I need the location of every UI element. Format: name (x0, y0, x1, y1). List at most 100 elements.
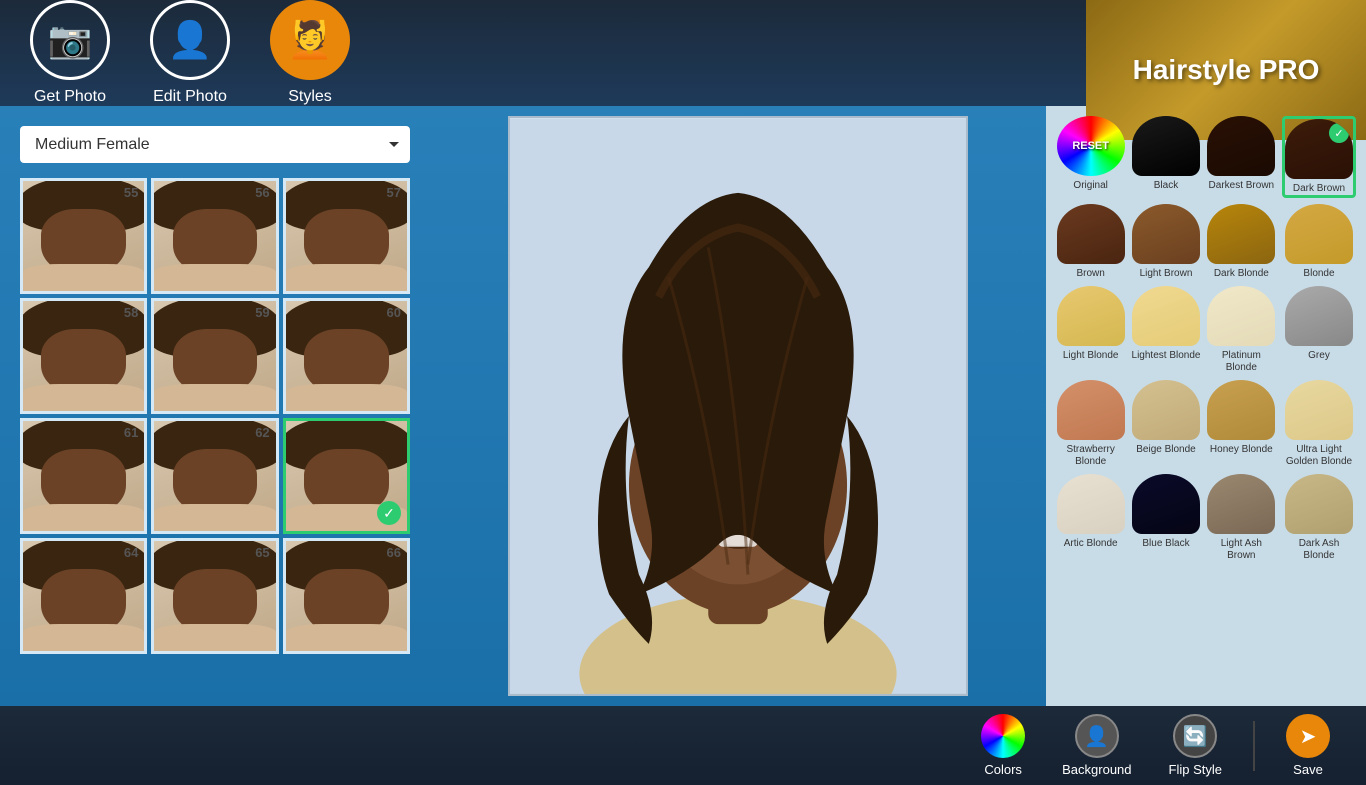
color-reset[interactable]: RESET Original (1056, 116, 1125, 198)
style-item-61[interactable]: 61 (20, 418, 147, 534)
style-number-65: 65 (255, 545, 269, 560)
colors-button[interactable]: Colors (965, 706, 1041, 785)
style-item-55[interactable]: 55 (20, 178, 147, 294)
bottom-toolbar: Colors 👤 Background 🔄 Flip Style ➤ Save (0, 706, 1366, 785)
color-beige-blonde[interactable]: Beige Blonde (1131, 380, 1200, 468)
styles-grid: 55 56 (20, 178, 410, 654)
color-artic-blonde[interactable]: Artic Blonde (1056, 474, 1125, 562)
color-dark-ash-blonde[interactable]: Dark Ash Blonde (1282, 474, 1356, 562)
style-number-55: 55 (124, 185, 138, 200)
style-category-dropdown-container: Medium Female Short Female Long Female S… (20, 126, 410, 163)
dark-blonde-swatch (1207, 204, 1275, 264)
colors-grid: RESET Original Black Darkest Brown ✓ Dar… (1056, 116, 1356, 562)
color-light-brown[interactable]: Light Brown (1131, 204, 1200, 280)
honey-blonde-swatch (1207, 380, 1275, 440)
flip-icon: 🔄 (1173, 714, 1217, 758)
dark-brown-swatch: ✓ (1285, 119, 1353, 179)
colors-panel: RESET Original Black Darkest Brown ✓ Dar… (1046, 106, 1366, 706)
color-ultra-light-golden-blonde[interactable]: Ultra Light Golden Blonde (1282, 380, 1356, 468)
color-grey[interactable]: Grey (1282, 286, 1356, 374)
person-icon: 👤 (150, 0, 230, 80)
color-light-blonde[interactable]: Light Blonde (1056, 286, 1125, 374)
styles-nav[interactable]: 💆 Styles (270, 0, 350, 106)
color-light-ash-brown[interactable]: Light Ash Brown (1207, 474, 1276, 562)
light-ash-brown-swatch (1207, 474, 1275, 534)
color-name-brown: Brown (1076, 268, 1104, 280)
style-selected-check: ✓ (377, 501, 401, 525)
flip-style-button[interactable]: 🔄 Flip Style (1153, 706, 1238, 785)
photo-preview-panel (430, 106, 1046, 706)
color-name-blue-black: Blue Black (1142, 538, 1189, 550)
dark-ash-blonde-swatch (1285, 474, 1353, 534)
lightest-blonde-swatch (1132, 286, 1200, 346)
background-button[interactable]: 👤 Background (1046, 706, 1147, 785)
style-number-61: 61 (124, 425, 138, 440)
edit-photo-label: Edit Photo (153, 88, 227, 106)
color-name-artic-blonde: Artic Blonde (1064, 538, 1118, 550)
color-platinum-blonde[interactable]: Platinum Blonde (1207, 286, 1276, 374)
style-number-64: 64 (124, 545, 138, 560)
style-category-dropdown[interactable]: Medium Female Short Female Long Female S… (20, 126, 410, 163)
style-number-62: 62 (255, 425, 269, 440)
color-strawberry-blonde[interactable]: Strawberry Blonde (1056, 380, 1125, 468)
color-honey-blonde[interactable]: Honey Blonde (1207, 380, 1276, 468)
color-name-black: Black (1154, 180, 1178, 192)
color-name-platinum-blonde: Platinum Blonde (1207, 350, 1276, 374)
style-item-58[interactable]: 58 (20, 298, 147, 414)
darkest-brown-swatch (1207, 116, 1275, 176)
style-item-64[interactable]: 64 (20, 538, 147, 654)
color-darkest-brown[interactable]: Darkest Brown (1207, 116, 1276, 198)
background-icon: 👤 (1075, 714, 1119, 758)
color-name-lightest-blonde: Lightest Blonde (1132, 350, 1201, 362)
color-dark-blonde[interactable]: Dark Blonde (1207, 204, 1276, 280)
color-black[interactable]: Black (1131, 116, 1200, 198)
platinum-blonde-swatch (1207, 286, 1275, 346)
background-label: Background (1062, 762, 1131, 777)
style-item-59[interactable]: 59 (151, 298, 278, 414)
style-item-62[interactable]: 62 (151, 418, 278, 534)
save-icon: ➤ (1286, 714, 1330, 758)
color-name-dark-brown: Dark Brown (1293, 183, 1345, 195)
main-content: Medium Female Short Female Long Female S… (0, 106, 1366, 706)
strawberry-blonde-swatch (1057, 380, 1125, 440)
color-name-light-blonde: Light Blonde (1063, 350, 1119, 362)
color-lightest-blonde[interactable]: Lightest Blonde (1131, 286, 1200, 374)
color-dark-brown[interactable]: ✓ Dark Brown (1282, 116, 1356, 198)
style-number-56: 56 (255, 185, 269, 200)
style-item-60[interactable]: 60 (283, 298, 410, 414)
app-title: Hairstyle PRO (1133, 54, 1320, 86)
style-number-59: 59 (255, 305, 269, 320)
light-blonde-swatch (1057, 286, 1125, 346)
style-number-60: 60 (387, 305, 401, 320)
photo-preview (508, 116, 968, 696)
reset-swatch: RESET (1057, 116, 1125, 176)
camera-icon: 📷 (30, 0, 110, 80)
save-button[interactable]: ➤ Save (1270, 706, 1346, 785)
color-brown[interactable]: Brown (1056, 204, 1125, 280)
style-number-58: 58 (124, 305, 138, 320)
ultra-light-golden-blonde-swatch (1285, 380, 1353, 440)
color-name-honey-blonde: Honey Blonde (1210, 444, 1273, 456)
color-name-ultra-light-golden-blonde: Ultra Light Golden Blonde (1282, 444, 1356, 468)
portrait-svg (510, 116, 966, 696)
artic-blonde-swatch (1057, 474, 1125, 534)
brown-swatch (1057, 204, 1125, 264)
flip-style-label: Flip Style (1169, 762, 1222, 777)
color-selected-check: ✓ (1329, 123, 1349, 143)
color-name-grey: Grey (1308, 350, 1330, 362)
get-photo-nav[interactable]: 📷 Get Photo (30, 0, 110, 106)
style-item-66[interactable]: 66 (283, 538, 410, 654)
color-name-original: Original (1073, 180, 1107, 192)
style-item-57[interactable]: 57 (283, 178, 410, 294)
color-blue-black[interactable]: Blue Black (1131, 474, 1200, 562)
style-item-63[interactable]: ✓ (283, 418, 410, 534)
color-blonde[interactable]: Blonde (1282, 204, 1356, 280)
style-number-66: 66 (387, 545, 401, 560)
edit-photo-nav[interactable]: 👤 Edit Photo (150, 0, 230, 106)
style-item-65[interactable]: 65 (151, 538, 278, 654)
style-selector-panel: Medium Female Short Female Long Female S… (0, 106, 430, 706)
color-name-dark-ash-blonde: Dark Ash Blonde (1282, 538, 1356, 562)
top-bar: 📷 Get Photo 👤 Edit Photo 💆 Styles Hairst… (0, 0, 1366, 106)
get-photo-label: Get Photo (34, 88, 106, 106)
style-item-56[interactable]: 56 (151, 178, 278, 294)
